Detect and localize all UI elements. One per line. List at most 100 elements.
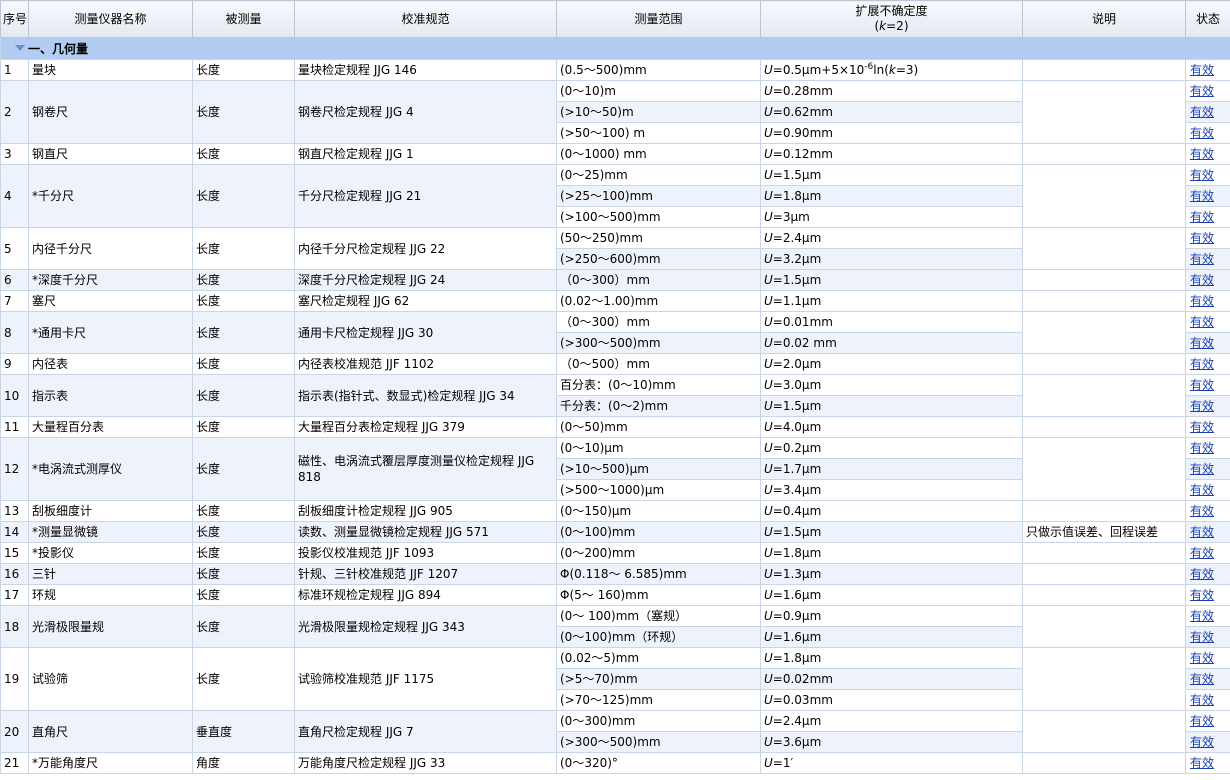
status-link[interactable]: 有效	[1190, 147, 1214, 161]
uncertainty-symbol: U	[764, 714, 773, 728]
status-link[interactable]: 有效	[1190, 420, 1214, 434]
group-header[interactable]: 一、几何量	[0, 37, 1230, 60]
cell-no: 2	[0, 80, 29, 144]
status-link[interactable]: 有效	[1190, 105, 1214, 119]
cell-range: (0～300)mm	[556, 710, 761, 732]
table-row: 6 *深度千分尺 长度 深度千分尺检定规程 JJG 24 （0～300）mm U=1.5µ…	[0, 269, 1230, 291]
header-no[interactable]: 序号	[0, 0, 29, 38]
cell-instrument-name: 塞尺	[28, 290, 193, 312]
status-link[interactable]: 有效	[1190, 336, 1214, 350]
status-link[interactable]: 有效	[1190, 588, 1214, 602]
status-link[interactable]: 有效	[1190, 189, 1214, 203]
status-link[interactable]: 有效	[1190, 315, 1214, 329]
cell-status: 有效	[1185, 563, 1230, 585]
cell-status: 有效	[1185, 101, 1230, 123]
cell-no: 11	[0, 416, 29, 438]
status-link[interactable]: 有效	[1190, 546, 1214, 560]
cell-status: 有效	[1185, 311, 1230, 333]
status-link[interactable]: 有效	[1190, 672, 1214, 686]
uncertainty-k: k	[888, 63, 896, 77]
group-row[interactable]: 一、几何量	[0, 37, 1230, 60]
cell-uncertainty: U=3.4µm	[760, 479, 1023, 501]
status-link[interactable]: 有效	[1190, 273, 1214, 287]
cell-uncertainty: U=2.4µm	[760, 710, 1023, 732]
status-link[interactable]: 有效	[1190, 693, 1214, 707]
status-link[interactable]: 有效	[1190, 210, 1214, 224]
uncertainty-symbol: U	[764, 567, 773, 581]
cell-uncertainty: U=1.5µm	[760, 269, 1023, 291]
cell-uncertainty: U=0.9µm	[760, 605, 1023, 627]
header-uncertainty-k: (k=2)	[874, 19, 909, 33]
status-link[interactable]: 有效	[1190, 231, 1214, 245]
uncertainty-value: =1.3µm	[772, 567, 822, 581]
uncertainty-value-mid: ln(	[873, 63, 889, 77]
cell-status: 有效	[1185, 668, 1230, 690]
status-link[interactable]: 有效	[1190, 126, 1214, 140]
status-link[interactable]: 有效	[1190, 735, 1214, 749]
cell-no: 16	[0, 563, 29, 585]
cell-uncertainty: U=1.8µm	[760, 185, 1023, 207]
cell-status: 有效	[1185, 248, 1230, 270]
cell-spec: 针规、三针校准规范 JJF 1207	[294, 563, 557, 585]
status-link[interactable]: 有效	[1190, 462, 1214, 476]
status-link[interactable]: 有效	[1190, 504, 1214, 518]
cell-uncertainty: U=3.0µm	[760, 374, 1023, 396]
status-link[interactable]: 有效	[1190, 567, 1214, 581]
uncertainty-value: =0.4µm	[772, 504, 822, 518]
header-measurand[interactable]: 被测量	[192, 0, 295, 38]
cell-uncertainty: U=0.02mm	[760, 668, 1023, 690]
cell-measurand: 长度	[192, 542, 295, 564]
collapse-triangle-icon[interactable]	[15, 44, 25, 51]
status-link[interactable]: 有效	[1190, 609, 1214, 623]
uncertainty-value: =1.8µm	[772, 189, 822, 203]
status-link[interactable]: 有效	[1190, 84, 1214, 98]
header-status[interactable]: 状态	[1185, 0, 1230, 38]
cell-uncertainty: U=0.02 mm	[760, 332, 1023, 354]
status-link[interactable]: 有效	[1190, 651, 1214, 665]
cell-uncertainty: U=0.4µm	[760, 500, 1023, 522]
cell-uncertainty: U=2.4µm	[760, 227, 1023, 249]
cell-range: (0～320)°	[556, 752, 761, 774]
status-link[interactable]: 有效	[1190, 714, 1214, 728]
status-link[interactable]: 有效	[1190, 483, 1214, 497]
header-spec[interactable]: 校准规范	[294, 0, 557, 38]
uncertainty-value: =1.8µm	[772, 546, 822, 560]
cell-no: 17	[0, 584, 29, 606]
status-link[interactable]: 有效	[1190, 441, 1214, 455]
cell-status: 有效	[1185, 731, 1230, 753]
status-link[interactable]: 有效	[1190, 63, 1214, 77]
status-link[interactable]: 有效	[1190, 378, 1214, 392]
status-link[interactable]: 有效	[1190, 357, 1214, 371]
header-uncertainty[interactable]: 扩展不确定度 (k=2)	[760, 0, 1023, 38]
cell-uncertainty: U=1.5µm	[760, 395, 1023, 417]
header-note[interactable]: 说明	[1022, 0, 1186, 38]
status-link[interactable]: 有效	[1190, 252, 1214, 266]
uncertainty-value: =0.02mm	[772, 672, 833, 686]
cell-range: (0.02～1.00)mm	[556, 290, 761, 312]
header-instrument-name[interactable]: 测量仪器名称	[28, 0, 193, 38]
cell-uncertainty: U=1.6µm	[760, 584, 1023, 606]
cell-range: (>50～100) m	[556, 122, 761, 144]
cell-note	[1022, 752, 1186, 774]
uncertainty-value: =1.5µm	[772, 168, 822, 182]
status-link[interactable]: 有效	[1190, 168, 1214, 182]
uncertainty-value: =0.28mm	[772, 84, 833, 98]
cell-spec: 光滑极限量规检定规程 JJG 343	[294, 605, 557, 648]
cell-note	[1022, 500, 1186, 522]
cell-status: 有效	[1185, 59, 1230, 81]
status-link[interactable]: 有效	[1190, 630, 1214, 644]
cell-range: 百分表：(0～10)mm	[556, 374, 761, 396]
status-link[interactable]: 有效	[1190, 399, 1214, 413]
uncertainty-value: =4.0µm	[772, 420, 822, 434]
cell-range: (0.02～5)mm	[556, 647, 761, 669]
status-link[interactable]: 有效	[1190, 525, 1214, 539]
uncertainty-symbol: U	[764, 672, 773, 686]
status-link[interactable]: 有效	[1190, 756, 1214, 770]
table-row: 12 *电涡流式测厚仪 长度 磁性、电涡流式覆层厚度测量仪检定规程 JJG 818 (0…	[0, 437, 1230, 501]
uncertainty-symbol: U	[764, 336, 773, 350]
header-range[interactable]: 测量范围	[556, 0, 761, 38]
cell-spec: 钢直尺检定规程 JJG 1	[294, 143, 557, 165]
status-link[interactable]: 有效	[1190, 294, 1214, 308]
uncertainty-value: =0.62mm	[772, 105, 833, 119]
uncertainty-value: =0.90mm	[772, 126, 833, 140]
